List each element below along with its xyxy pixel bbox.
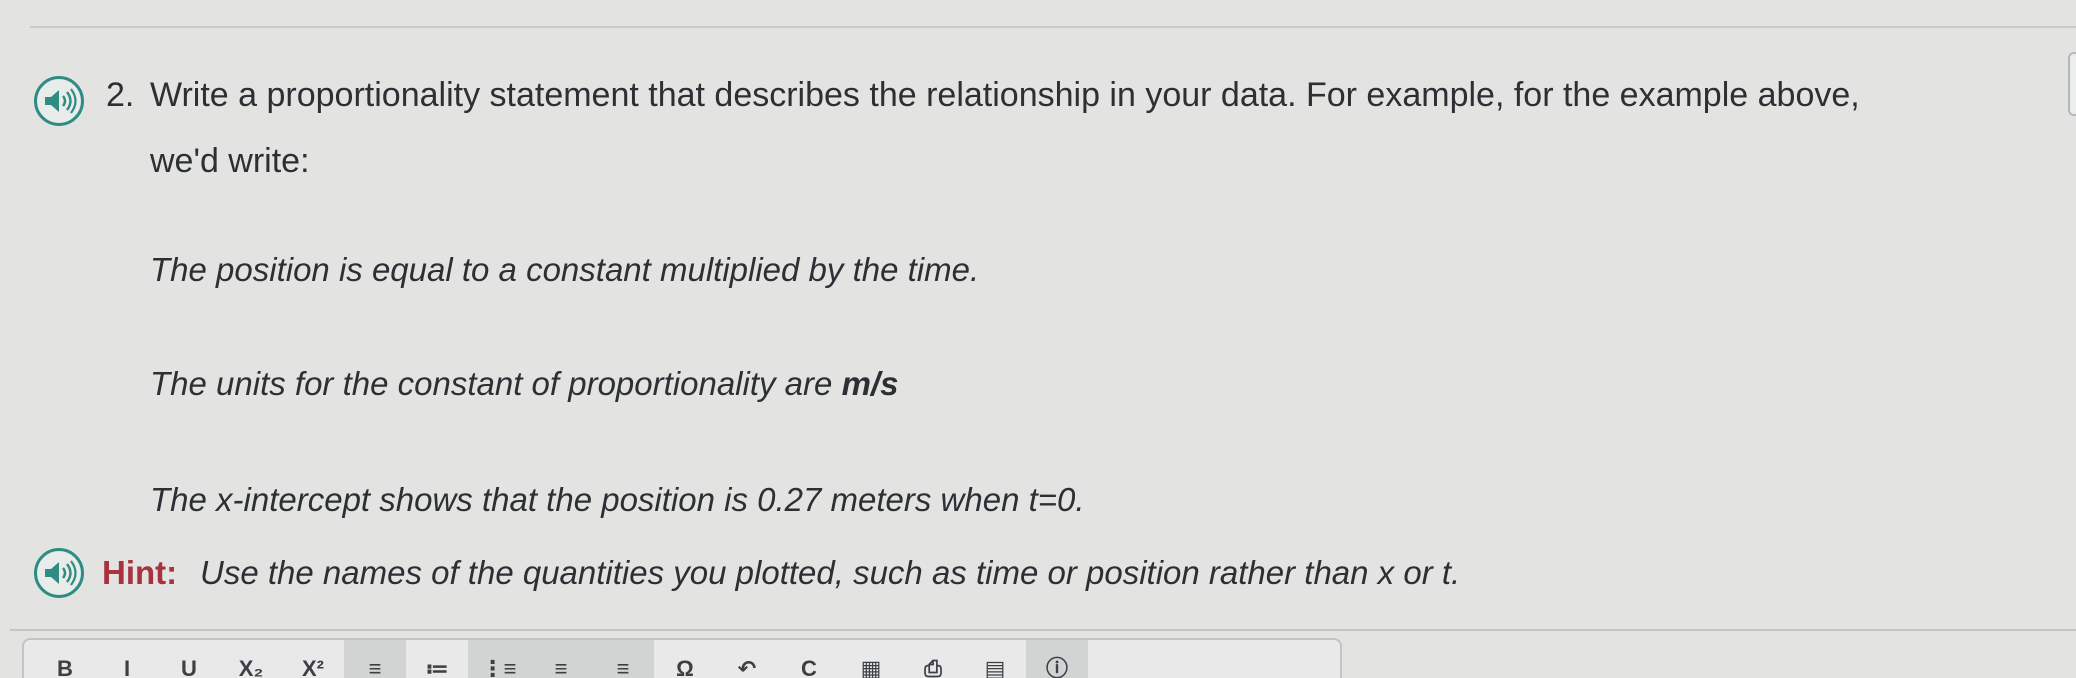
example-intercept: The x-intercept shows that the position … (150, 481, 1085, 518)
hint-label: Hint: (102, 554, 178, 591)
editor-divider (10, 629, 2076, 631)
align-button[interactable]: ≡ (344, 640, 406, 678)
side-panel-edge[interactable] (2068, 52, 2076, 116)
subscript-button[interactable]: X₂ (220, 640, 282, 678)
bold-button[interactable]: B (34, 640, 96, 678)
copy-button[interactable]: C (778, 640, 840, 678)
underline-button[interactable]: U (158, 640, 220, 678)
indent-button[interactable]: ≡ (530, 640, 592, 678)
editor-toolbar: B I U X₂ X² ≡ ≔ ⋮≡ ≡ ≡ Ω ↶ C ▦ ⎙ ▤ ⓘ (22, 638, 1342, 678)
speaker-icon[interactable] (34, 76, 84, 126)
example-units-value: m/s (841, 365, 899, 402)
top-divider (30, 26, 2076, 28)
example-statement: The position is equal to a constant mult… (150, 251, 980, 288)
italic-button[interactable]: I (96, 640, 158, 678)
hint-block: Hint: Use the names of the quantities yo… (30, 540, 1830, 606)
special-char-button[interactable]: Ω (654, 640, 716, 678)
bullet-list-button[interactable]: ⋮≡ (468, 640, 530, 678)
image-button[interactable]: ▦ (840, 640, 902, 678)
document-button[interactable]: ⎙ (902, 640, 964, 678)
speaker-icon[interactable] (34, 548, 84, 598)
question-prompt: Write a proportionality statement that d… (150, 76, 1860, 180)
superscript-button[interactable]: X² (282, 640, 344, 678)
numbered-list-button[interactable]: ≔ (406, 640, 468, 678)
example-units: The units for the constant of proportion… (150, 362, 898, 406)
outdent-button[interactable]: ≡ (592, 640, 654, 678)
info-button[interactable]: ⓘ (1026, 640, 1088, 678)
table-button[interactable]: ▤ (964, 640, 1026, 678)
question-number: 2. (106, 76, 135, 114)
undo-button[interactable]: ↶ (716, 640, 778, 678)
example-units-prefix: The units for the constant of proportion… (150, 365, 833, 402)
hint-text: Use the names of the quantities you plot… (200, 554, 1461, 591)
